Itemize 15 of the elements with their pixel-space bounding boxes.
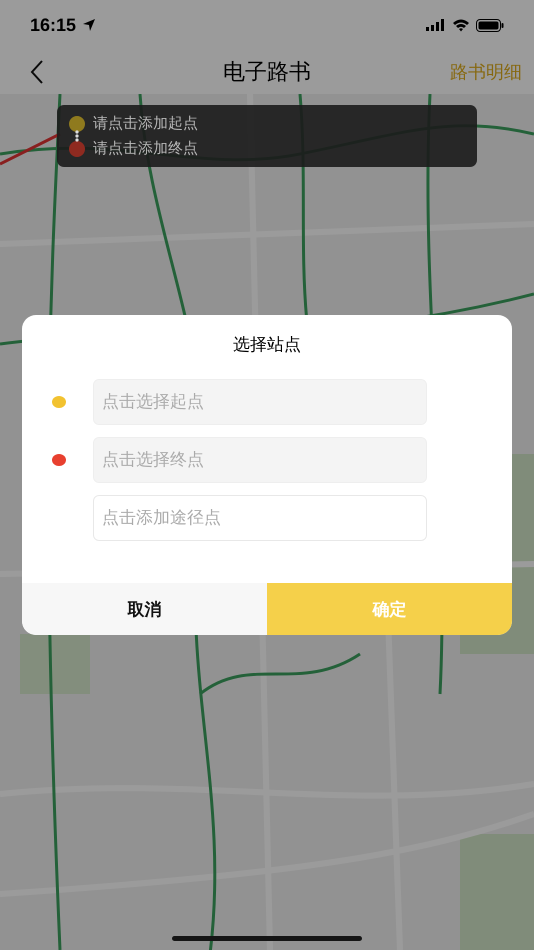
page-title: 电子路书 — [223, 59, 311, 87]
station-field[interactable]: 点击添加途径点 — [93, 495, 427, 541]
station-field[interactable]: 点击选择起点 — [93, 379, 427, 425]
wifi-icon — [452, 18, 470, 32]
dialog-title: 选择站点 — [233, 334, 301, 356]
cancel-button[interactable]: 取消 — [22, 583, 267, 635]
location-arrow-icon — [82, 18, 96, 32]
battery-icon — [476, 18, 504, 32]
connector-dots-icon — [75, 130, 79, 142]
status-time: 16:15 — [30, 14, 76, 36]
station-field[interactable]: 点击选择终点 — [93, 437, 427, 483]
signal-icon — [426, 19, 446, 31]
legend-label[interactable]: 请点击添加起点 — [93, 114, 198, 133]
back-icon[interactable] — [30, 59, 44, 85]
legend-label[interactable]: 请点击添加终点 — [93, 139, 198, 158]
